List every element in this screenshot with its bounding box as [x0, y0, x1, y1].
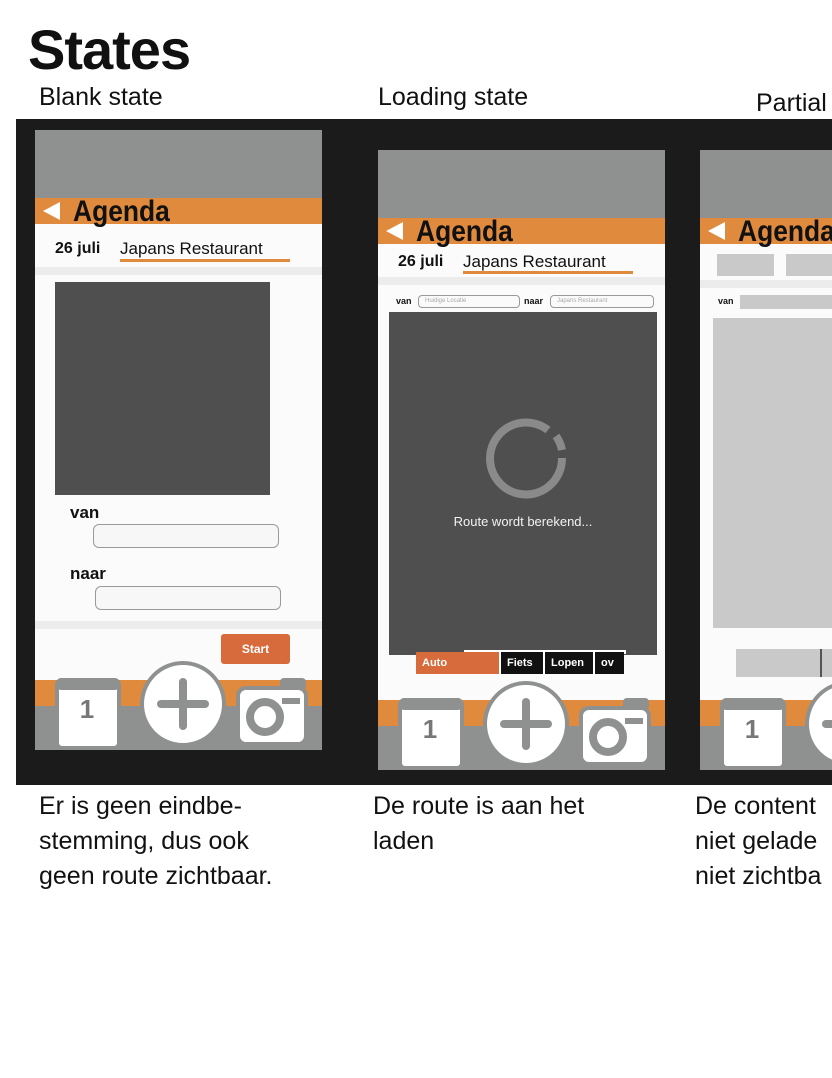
mode-ov[interactable]: ov — [593, 652, 624, 674]
camera-icon — [236, 678, 308, 746]
phone-loading-state: Agenda 26 juli Japans Restaurant van Hui… — [378, 150, 665, 770]
calendar-day: 1 — [422, 714, 438, 744]
header-title: Agenda — [73, 195, 170, 228]
from-label: van — [718, 296, 734, 306]
status-bar — [378, 150, 665, 218]
header-title: Agenda — [416, 215, 513, 248]
caption-blank: Er is geen eindbe- stemming, dus ook gee… — [39, 792, 273, 890]
mode-bar-placeholder — [822, 649, 832, 677]
state-label-partial: Partial — [756, 89, 827, 117]
destination-underline — [120, 259, 290, 262]
to-label: naar — [524, 296, 544, 306]
caption-loading: De route is aan het laden — [373, 792, 585, 855]
map-placeholder — [55, 282, 270, 495]
from-input-placeholder — [740, 295, 832, 309]
mode-bar-placeholder — [736, 649, 820, 677]
to-label: naar — [70, 564, 106, 583]
from-input[interactable] — [93, 524, 279, 548]
back-arrow-icon[interactable] — [708, 222, 725, 240]
header-title: Agenda — [738, 215, 832, 248]
map-placeholder — [713, 318, 832, 628]
from-input[interactable]: Huidige Locatie — [418, 295, 520, 308]
divider — [35, 267, 322, 275]
back-arrow-icon[interactable] — [386, 222, 403, 240]
to-input[interactable] — [95, 586, 281, 610]
back-arrow-icon[interactable] — [43, 202, 60, 220]
state-label-loading: Loading state — [378, 83, 529, 111]
from-label: van — [70, 503, 100, 522]
phone-blank-state: Agenda 26 juli Japans Restaurant van naa… — [35, 130, 322, 750]
date-placeholder — [717, 254, 774, 276]
state-label-blank: Blank state — [39, 83, 163, 111]
camera-icon — [579, 698, 651, 766]
divider — [700, 280, 832, 288]
status-bar — [35, 130, 322, 198]
spinner-icon — [486, 418, 567, 499]
mode-lopen[interactable]: Lopen — [543, 652, 593, 674]
bottom-nav-icons — [720, 684, 832, 770]
event-date: 26 juli — [398, 253, 444, 270]
calendar-day: 1 — [79, 694, 95, 724]
loading-text: Route wordt berekend... — [453, 514, 593, 529]
calendar-day: 1 — [744, 714, 760, 744]
event-destination: Japans Restaurant — [463, 252, 606, 271]
caption-partial: De content niet gelade niet zichtba — [695, 792, 822, 890]
event-destination: Japans Restaurant — [120, 239, 263, 258]
status-bar — [700, 150, 832, 218]
event-date: 26 juli — [55, 240, 101, 257]
destination-placeholder — [786, 254, 832, 276]
phone-partial-state: Agenda van 1 — [700, 150, 832, 770]
destination-underline — [463, 271, 633, 274]
mode-auto[interactable]: Auto — [416, 652, 499, 674]
page-title: States — [28, 18, 191, 81]
mode-fiets[interactable]: Fiets — [499, 652, 543, 674]
from-label: van — [396, 296, 412, 306]
divider — [378, 277, 665, 285]
to-input[interactable]: Japans Restaurant — [550, 295, 654, 308]
divider — [35, 621, 322, 629]
